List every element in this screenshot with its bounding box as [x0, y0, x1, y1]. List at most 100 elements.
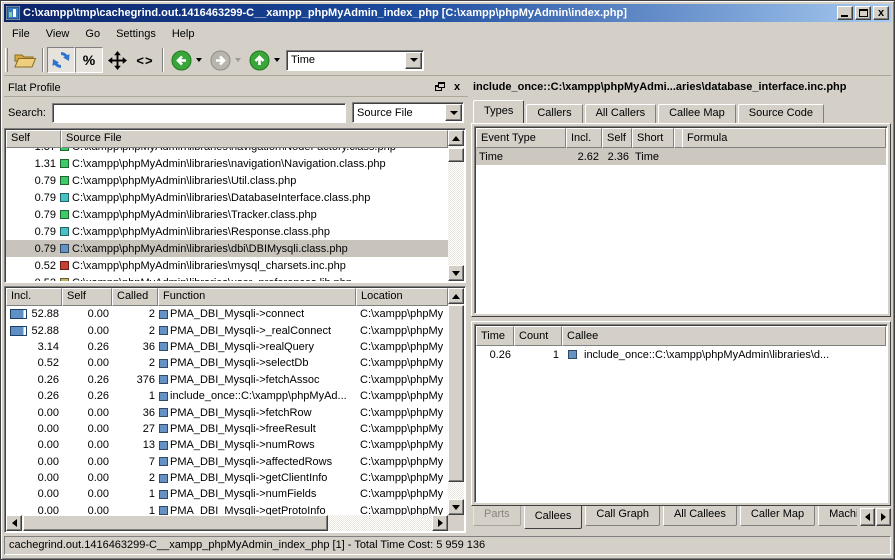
status-text: cachegrind.out.1416463299-C__xampp_phpMy…: [4, 536, 891, 555]
event-type-row[interactable]: Time 2.62 2.36 Time: [476, 148, 886, 165]
function-row[interactable]: 0.000.0013PMA_DBI_Mysqli->numRowsC:\xamp…: [6, 437, 448, 453]
tab-call-graph[interactable]: Call Graph: [585, 506, 660, 526]
tab-types[interactable]: Types: [473, 100, 524, 123]
function-table-hscrollbar[interactable]: [6, 515, 448, 531]
close-panel-button[interactable]: x: [450, 81, 464, 94]
column-header-count[interactable]: Count: [514, 326, 562, 346]
tab-callees[interactable]: Callees: [524, 506, 583, 529]
function-row[interactable]: 0.000.0036PMA_DBI_Mysqli->fetchRowC:\xam…: [6, 404, 448, 420]
title-bar[interactable]: C:\xampp\tmp\cachegrind.out.1416463299-C…: [4, 4, 891, 22]
column-header-short[interactable]: Short: [632, 128, 674, 148]
tab-scroll-left-button[interactable]: [860, 508, 875, 526]
menu-view[interactable]: View: [38, 25, 78, 43]
scroll-left-button[interactable]: [6, 515, 22, 531]
cycle-detection-button[interactable]: [47, 47, 75, 73]
file-list-vscrollbar[interactable]: [448, 130, 464, 281]
function-row[interactable]: 0.000.007PMA_DBI_Mysqli->affectedRowsC:\…: [6, 454, 448, 470]
tab-parts[interactable]: Parts: [473, 506, 521, 526]
up-button[interactable]: [245, 47, 273, 73]
function-row[interactable]: 0.260.26376PMA_DBI_Mysqli->fetchAssocC:\…: [6, 372, 448, 388]
file-path: C:\xampp\phpMyAdmin\libraries\Tracker.cl…: [72, 209, 448, 221]
function-row[interactable]: 0.000.001PMA_DBI_Mysqli->numFieldsC:\xam…: [6, 486, 448, 502]
scrollbar-thumb[interactable]: [23, 515, 328, 531]
menu-go[interactable]: Go: [77, 25, 108, 43]
group-by-combo[interactable]: Source File: [352, 102, 464, 123]
scroll-up-button[interactable]: [448, 130, 464, 146]
column-header-event-type[interactable]: Event Type: [476, 128, 566, 148]
file-row[interactable]: 0.79C:\xampp\phpMyAdmin\libraries\Respon…: [6, 223, 448, 240]
incl-value: 0.00: [9, 423, 59, 435]
file-row[interactable]: 1.37C:\xampp\phpMyAdmin\libraries\naviga…: [6, 148, 448, 155]
file-row[interactable]: 0.79C:\xampp\phpMyAdmin\libraries\Tracke…: [6, 206, 448, 223]
scrollbar-thumb[interactable]: [448, 148, 464, 162]
column-header-callee[interactable]: Callee: [562, 326, 886, 346]
tab-all-callees[interactable]: All Callees: [663, 506, 737, 526]
function-row[interactable]: 3.140.2636PMA_DBI_Mysqli->realQueryC:\xa…: [6, 339, 448, 355]
float-icon: [438, 82, 445, 88]
combo-dropdown-button[interactable]: [445, 104, 462, 121]
column-header-source-file[interactable]: Source File: [61, 130, 448, 148]
back-dropdown-icon[interactable]: [196, 58, 202, 62]
function-row[interactable]: 0.000.0027PMA_DBI_Mysqli->freeResultC:\x…: [6, 421, 448, 437]
column-header-incl[interactable]: Incl.: [6, 288, 62, 306]
forward-dropdown-icon[interactable]: [235, 58, 241, 62]
toolbar-grip[interactable]: [5, 48, 8, 72]
column-header-location[interactable]: Location: [356, 288, 448, 306]
function-row[interactable]: 0.520.002PMA_DBI_Mysqli->selectDbC:\xamp…: [6, 355, 448, 371]
float-panel-button[interactable]: [433, 81, 447, 94]
column-header-time[interactable]: Time: [476, 326, 514, 346]
expand-areas-button[interactable]: [103, 47, 131, 73]
forward-button[interactable]: [206, 47, 234, 73]
function-row[interactable]: 52.880.002PMA_DBI_Mysqli->connectC:\xamp…: [6, 306, 448, 322]
function-table-vscrollbar[interactable]: [448, 288, 464, 515]
event-type-combo[interactable]: Time: [286, 50, 424, 71]
combo-dropdown-button[interactable]: [405, 52, 422, 69]
callee-row[interactable]: 0.26 1 include_once::C:\xampp\phpMyAdmin…: [476, 346, 886, 363]
tab-callee-map[interactable]: Callee Map: [658, 104, 736, 123]
tab-scroll-right-button[interactable]: [876, 508, 891, 526]
tab-source-code[interactable]: Source Code: [738, 104, 824, 123]
close-button[interactable]: x: [873, 6, 889, 20]
menu-settings[interactable]: Settings: [108, 25, 164, 43]
file-row[interactable]: 0.79C:\xampp\phpMyAdmin\libraries\Databa…: [6, 189, 448, 206]
scroll-right-button[interactable]: [432, 515, 448, 531]
function-row[interactable]: 0.000.002PMA_DBI_Mysqli->getClientInfoC:…: [6, 470, 448, 486]
file-row[interactable]: 0.79C:\xampp\phpMyAdmin\libraries\dbi\DB…: [6, 240, 448, 257]
file-row[interactable]: 0.52C:\xampp\phpMyAdmin\libraries\mysql_…: [6, 257, 448, 274]
function-row[interactable]: 0.260.261include_once::C:\xampp\phpMyAd.…: [6, 388, 448, 404]
file-row[interactable]: 0.79C:\xampp\phpMyAdmin\libraries\Util.c…: [6, 172, 448, 189]
incl-value: 0.52: [9, 357, 59, 369]
maximize-button[interactable]: [855, 6, 871, 20]
file-row[interactable]: 0.52C:\xampp\phpMyAdmin\libraries\user_p…: [6, 274, 448, 281]
arrow-up-icon: [452, 294, 460, 299]
up-dropdown-icon[interactable]: [274, 58, 280, 62]
cost-color-icon: [60, 210, 69, 219]
flat-profile-header[interactable]: Flat Profile x: [4, 79, 468, 97]
scrollbar-thumb[interactable]: [448, 305, 464, 482]
menu-file[interactable]: File: [4, 25, 38, 43]
column-header-self[interactable]: Self: [602, 128, 632, 148]
tab-machine[interactable]: Machine: [818, 506, 857, 526]
tab-callers[interactable]: Callers: [526, 104, 582, 123]
column-header-function[interactable]: Function: [158, 288, 356, 306]
column-header-formula[interactable]: Formula: [682, 128, 886, 148]
column-header-incl[interactable]: Incl.: [566, 128, 602, 148]
open-file-button[interactable]: [11, 47, 39, 73]
relative-percent-button[interactable]: %: [75, 47, 103, 73]
function-row[interactable]: 52.880.002PMA_DBI_Mysqli->_realConnectC:…: [6, 322, 448, 338]
search-input[interactable]: [52, 103, 346, 123]
column-header-called[interactable]: Called: [112, 288, 158, 306]
tab-all-callers[interactable]: All Callers: [585, 104, 657, 123]
minimize-button[interactable]: [837, 6, 853, 20]
scroll-down-button[interactable]: [448, 265, 464, 281]
scroll-down-button[interactable]: [448, 499, 464, 515]
column-header-self[interactable]: Self: [62, 288, 112, 306]
file-row[interactable]: 1.31C:\xampp\phpMyAdmin\libraries\naviga…: [6, 155, 448, 172]
menu-help[interactable]: Help: [164, 25, 203, 43]
scroll-up-button[interactable]: [448, 288, 464, 304]
tab-caller-map[interactable]: Caller Map: [740, 506, 815, 526]
back-button[interactable]: [167, 47, 195, 73]
function-row[interactable]: 0.000.001PMA_DBI_Mysqli->getProtoInfoC:\…: [6, 503, 448, 515]
column-header-self[interactable]: Self: [6, 130, 61, 148]
shorten-templates-button[interactable]: <>: [131, 47, 159, 73]
